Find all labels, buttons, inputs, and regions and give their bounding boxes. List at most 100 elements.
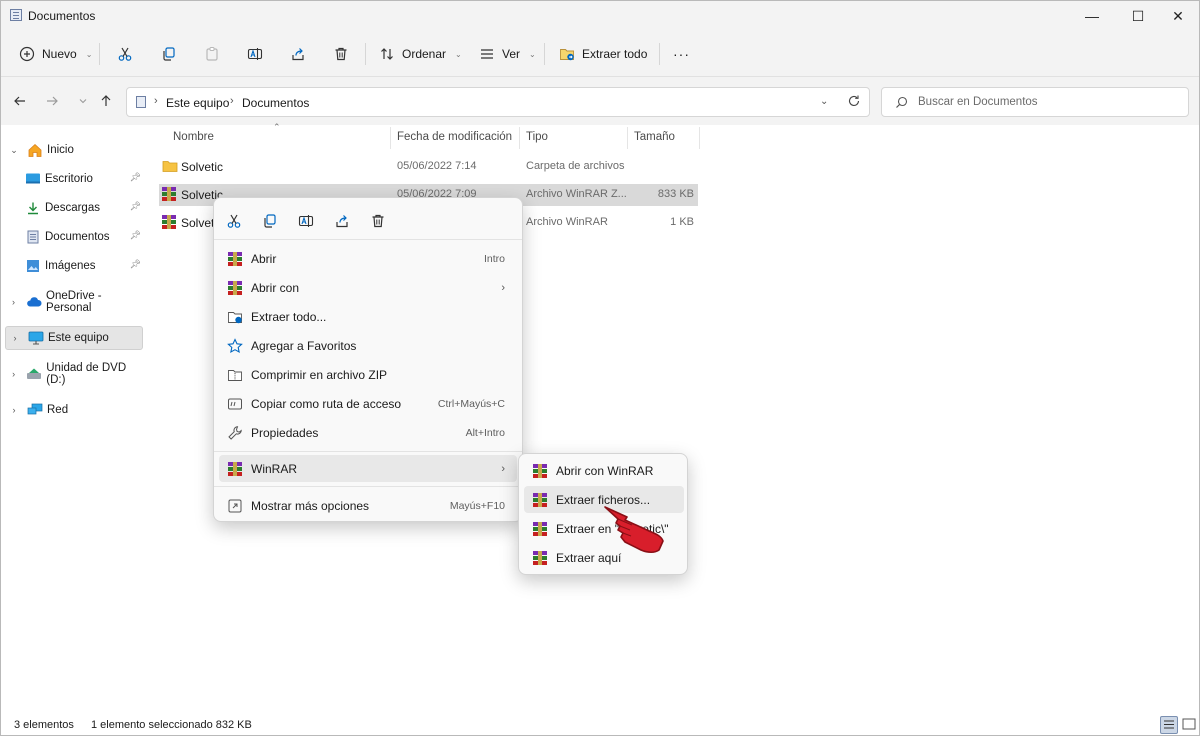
column-header-size[interactable]: Tamaño [634,131,675,143]
details-view-icon [1164,720,1174,729]
share-icon[interactable] [331,210,353,232]
column-divider[interactable] [699,127,700,149]
plus-circle-icon [19,46,35,62]
menu-item-mas-opciones[interactable]: Mostrar más opciones Mayús+F10 [219,492,517,519]
file-modified: 05/06/2022 7:14 [397,160,477,172]
menu-label: Copiar como ruta de acceso [251,396,402,411]
menu-item-winrar[interactable]: WinRAR › [219,455,517,482]
copy-button[interactable] [161,39,177,69]
nav-item-onedrive[interactable]: › OneDrive - Personal [5,290,143,314]
delete-icon[interactable] [367,210,389,232]
expand-chevron-icon[interactable]: › [7,405,21,415]
navigation-row: › Este equipo › Documentos ⌄ Buscar en D… [1,77,1199,125]
submenu-item-abrir-winrar[interactable]: Abrir con WinRAR [524,457,684,484]
chevron-down-icon: ⌄ [529,49,536,59]
expand-chevron-icon[interactable]: › [7,369,20,379]
column-divider[interactable] [519,127,520,149]
address-bar[interactable]: › Este equipo › Documentos ⌄ [126,87,870,117]
column-header-name[interactable]: Nombre [173,131,214,143]
pin-icon[interactable]: 📌︎ [130,201,141,212]
more-button[interactable]: ··· [673,39,690,69]
chevron-right-icon: › [501,281,505,294]
cut-icon[interactable] [223,210,245,232]
menu-item-propiedades[interactable]: Propiedades Alt+Intro [219,419,517,446]
nav-label: Imágenes [45,260,96,272]
pin-icon[interactable]: 📌︎ [130,230,141,241]
scissors-icon [118,47,132,61]
paste-button[interactable] [204,39,220,69]
menu-item-abrir[interactable]: Abrir Intro [219,245,517,272]
extract-all-icon [227,309,243,325]
share-button[interactable] [290,39,306,69]
expand-chevron-icon[interactable]: › [8,333,22,343]
menu-shortcut: Mayús+F10 [449,499,505,512]
rename-icon[interactable] [295,210,317,232]
nav-item-inicio[interactable]: ⌄ Inicio [5,138,143,162]
command-bar: Nuevo ⌄ Ordenar ⌄ Ver ⌄ Extraer todo ··· [1,31,1199,77]
new-button[interactable]: Nuevo ⌄ [19,39,92,69]
close-button[interactable]: ✕ [1155,1,1199,31]
address-dropdown-icon[interactable]: ⌄ [820,96,828,107]
documents-app-icon [10,9,22,21]
sort-button[interactable]: Ordenar ⌄ [379,39,462,69]
up-arrow-icon[interactable] [96,91,116,111]
delete-button[interactable] [333,39,349,69]
menu-item-abrir-con[interactable]: Abrir con › [219,274,517,301]
file-row[interactable]: Solvetic 05/06/2022 7:14 Carpeta de arch… [159,156,698,178]
copy-path-icon [227,396,243,412]
nav-item-escritorio[interactable]: Escritorio 📌︎ [19,167,143,191]
zip-icon [227,367,243,383]
menu-label: Abrir [251,251,277,266]
refresh-icon[interactable] [847,94,861,111]
breadcrumb-este-equipo[interactable]: Este equipo [166,96,229,110]
breadcrumb-documentos[interactable]: Documentos [242,96,309,110]
pin-icon[interactable]: 📌︎ [130,172,141,183]
back-arrow-icon[interactable] [10,91,30,111]
expand-chevron-icon[interactable]: ⌄ [7,145,21,156]
nav-item-imagenes[interactable]: Imágenes 📌︎ [19,254,143,278]
details-view-toggle[interactable] [1160,716,1178,734]
file-name: Solvetic [181,160,224,174]
menu-shortcut: Intro [483,252,505,265]
navigation-pane: ⌄ Inicio Escritorio 📌︎ Descargas 📌︎ Docu [1,125,149,715]
menu-item-comprimir-zip[interactable]: Comprimir en archivo ZIP [219,361,517,388]
recent-chevron-icon[interactable] [73,91,93,111]
cut-button[interactable] [117,39,133,69]
extract-all-button[interactable]: Extraer todo [559,39,647,69]
nav-label: Inicio [47,144,74,156]
file-explorer-window: Documentos — ☐ ✕ Nuevo ⌄ Ordenar ⌄ Ver ⌄… [0,0,1200,736]
nav-item-dvd[interactable]: › Unidad de DVD (D:) [5,362,143,386]
menu-divider [214,486,522,487]
menu-item-copiar-ruta[interactable]: Copiar como ruta de acceso Ctrl+Mayús+C [219,390,517,417]
nav-item-este-equipo[interactable]: › Este equipo [5,326,143,350]
tiles-view-icon [1182,718,1196,730]
nav-item-red[interactable]: › Red [5,398,143,422]
winrar-icon [532,492,548,508]
file-type: Archivo WinRAR Z... [526,188,627,200]
column-divider[interactable] [390,127,391,149]
minimize-button[interactable]: — [1069,1,1115,31]
divider [99,43,100,65]
view-button[interactable]: Ver ⌄ [479,39,536,69]
copy-icon[interactable] [259,210,281,232]
forward-arrow-icon[interactable] [42,91,62,111]
column-divider[interactable] [627,127,628,149]
menu-item-extraer-todo[interactable]: Extraer todo... [219,303,517,330]
menu-item-favoritos[interactable]: Agregar a Favoritos [219,332,517,359]
menu-label: Agregar a Favoritos [251,338,357,353]
column-header-modified[interactable]: Fecha de modificación [397,131,512,143]
winrar-icon [227,251,243,267]
tiles-view-toggle[interactable] [1181,716,1199,734]
menu-divider [214,451,522,452]
pin-icon[interactable]: 📌︎ [130,259,141,270]
pointer-hand-icon [604,506,664,554]
search-box[interactable]: Buscar en Documentos [881,87,1189,117]
column-header-type[interactable]: Tipo [526,131,548,143]
documents-location-icon [136,96,146,108]
menu-label: Propiedades [251,425,319,440]
cloud-icon [26,295,42,309]
expand-chevron-icon[interactable]: › [7,297,20,307]
nav-item-documentos[interactable]: Documentos 📌︎ [19,225,143,249]
nav-item-descargas[interactable]: Descargas 📌︎ [19,196,143,220]
rename-button[interactable] [247,39,263,69]
